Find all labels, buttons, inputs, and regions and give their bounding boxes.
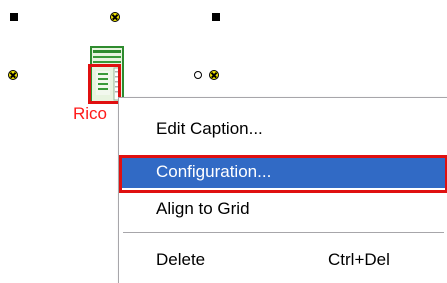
resize-handle-middle-left[interactable] — [8, 70, 18, 80]
menu-separator — [123, 232, 444, 233]
resize-handle-top-left[interactable] — [10, 13, 18, 21]
menu-item-shortcut: Ctrl+Del — [328, 250, 390, 269]
menu-item-label: Delete — [156, 250, 206, 269]
resize-handle-top-right[interactable] — [212, 13, 220, 21]
icon-highlight-box — [88, 64, 121, 104]
menu-item-delete[interactable]: Delete Ctrl+Del — [119, 244, 447, 276]
resize-handle-middle-right[interactable] — [209, 70, 219, 80]
menu-item-align-to-grid[interactable]: Align to Grid — [119, 193, 447, 225]
component-caption[interactable]: Rico — [73, 104, 107, 124]
menu-item-label: Align to Grid — [156, 199, 250, 218]
context-menu: Edit Caption... Configuration... Align t… — [118, 97, 447, 283]
menu-item-edit-caption[interactable]: Edit Caption... — [119, 113, 447, 145]
connection-point-icon[interactable] — [194, 71, 202, 79]
resize-handle-top-middle[interactable] — [110, 12, 120, 22]
menu-item-label: Configuration... — [156, 162, 272, 181]
menu-item-label: Edit Caption... — [156, 119, 263, 138]
menu-item-configuration[interactable]: Configuration... — [119, 155, 447, 193]
